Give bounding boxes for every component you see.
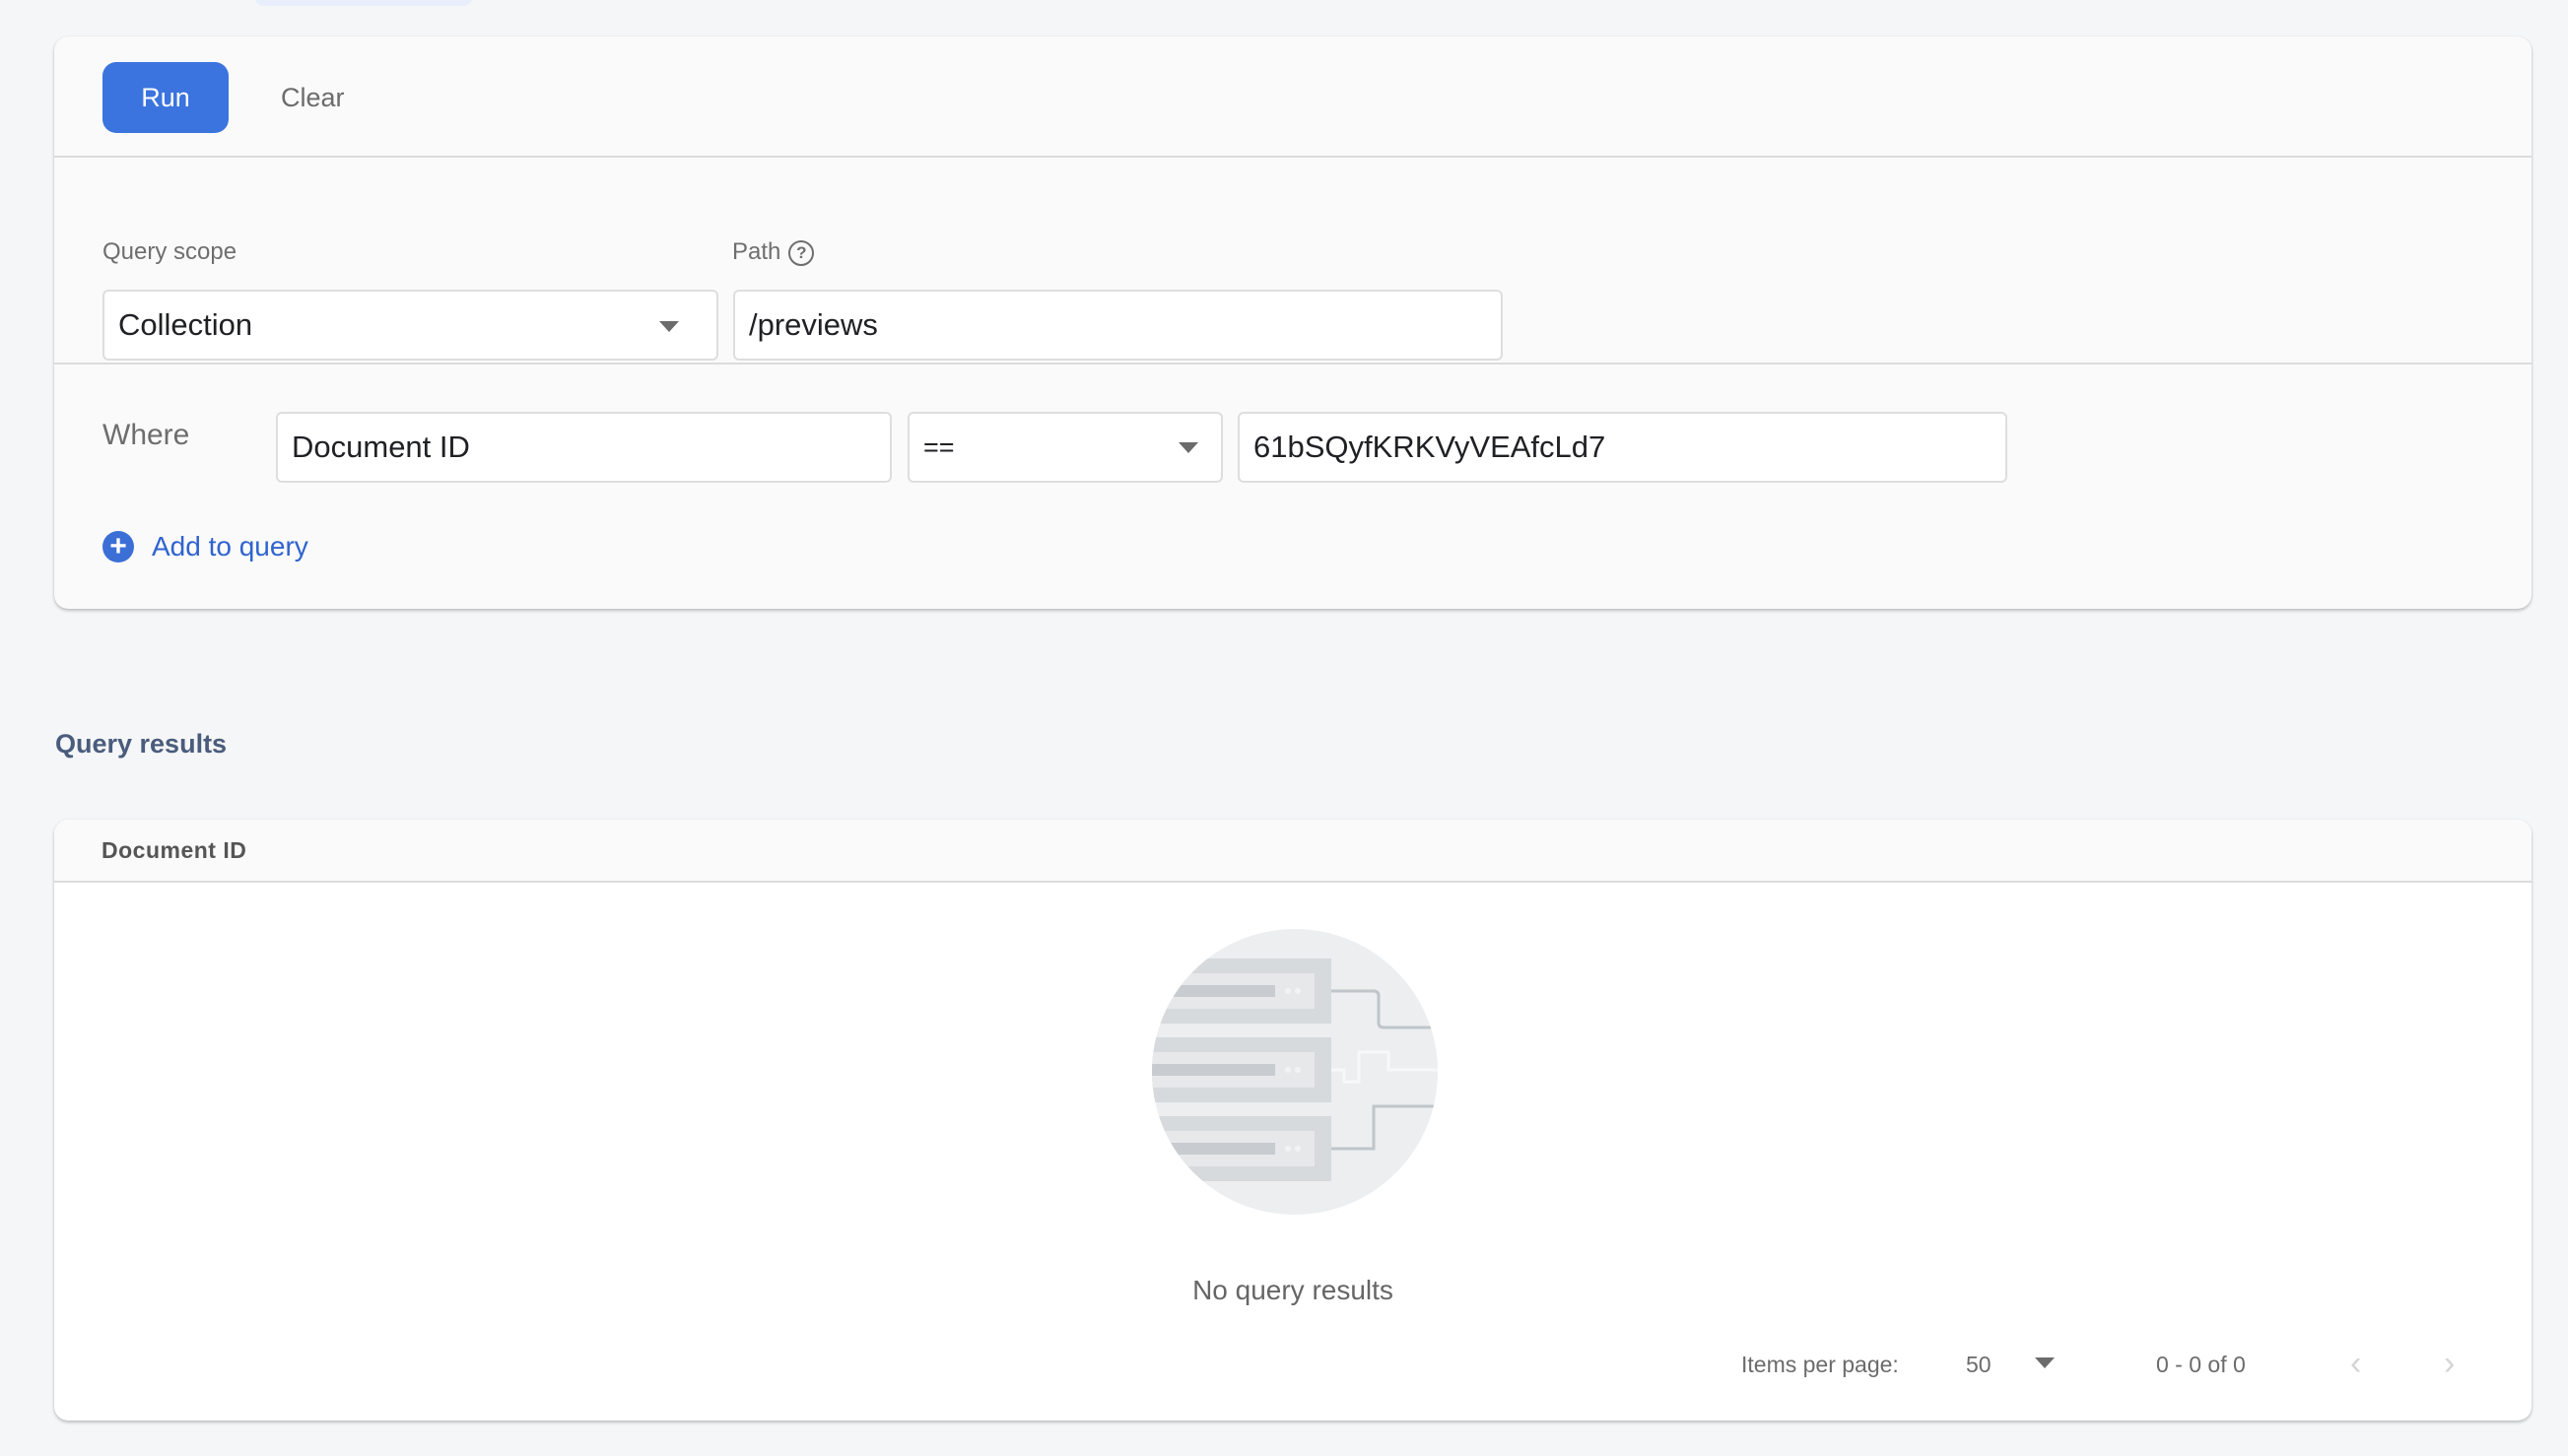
previous-page-button[interactable]: ‹ bbox=[2350, 1345, 2361, 1383]
query-results-title: Query results bbox=[55, 729, 228, 759]
where-value-input[interactable]: 61bSQyfKRKVyVEAfcLd7 bbox=[1238, 412, 2007, 483]
query-toolbar: Run Clear bbox=[54, 36, 2532, 158]
path-value: /previews bbox=[749, 307, 878, 342]
empty-servers-illustration bbox=[1152, 929, 1438, 1215]
path-label: Path? bbox=[732, 238, 815, 266]
clear-button[interactable]: Clear bbox=[261, 62, 365, 133]
run-button[interactable]: Run bbox=[102, 62, 229, 133]
results-table-card: Document ID No query results Items per p… bbox=[54, 820, 2532, 1421]
items-per-page-select[interactable]: 50 bbox=[1966, 1345, 2074, 1380]
path-input[interactable]: /previews bbox=[733, 290, 1503, 361]
query-scope-select[interactable]: Collection bbox=[102, 290, 718, 361]
add-circle-icon: + bbox=[102, 531, 134, 563]
items-per-page-label: Items per page: bbox=[1741, 1352, 1899, 1377]
query-builder-card: Run Clear Query scope Path? Collection /… bbox=[54, 36, 2532, 609]
chevron-down-icon bbox=[2035, 1357, 2055, 1368]
pagination-range: 0 - 0 of 0 bbox=[2156, 1352, 2246, 1377]
query-scope-label: Query scope bbox=[102, 238, 237, 265]
server-led bbox=[1285, 1067, 1291, 1073]
help-icon[interactable]: ? bbox=[788, 239, 815, 266]
server-led bbox=[1285, 988, 1291, 994]
chevron-down-icon bbox=[1179, 442, 1198, 453]
where-operator-value: == bbox=[923, 431, 955, 462]
where-field-input[interactable]: Document ID bbox=[276, 412, 892, 483]
empty-state-message: No query results bbox=[1192, 1275, 1393, 1305]
query-scope-value: Collection bbox=[118, 307, 253, 342]
table-header: Document ID bbox=[54, 820, 2532, 883]
where-label: Where bbox=[102, 419, 190, 451]
add-to-query-button[interactable]: + Add to query bbox=[102, 531, 308, 563]
where-operator-select[interactable]: == bbox=[908, 412, 1223, 483]
server-led bbox=[1295, 988, 1301, 994]
server-slot bbox=[1152, 985, 1275, 997]
chevron-down-icon bbox=[659, 321, 679, 332]
scope-section: Query scope Path? Collection /previews bbox=[54, 158, 2532, 364]
server-led bbox=[1295, 1067, 1301, 1073]
server-slot bbox=[1152, 1064, 1275, 1076]
path-label-text: Path bbox=[732, 238, 781, 265]
server-led bbox=[1295, 1146, 1301, 1152]
where-field-value: Document ID bbox=[292, 430, 470, 464]
top-tab-indicator bbox=[254, 0, 473, 6]
where-value-text: 61bSQyfKRKVyVEAfcLd7 bbox=[1253, 430, 1606, 464]
add-to-query-label: Add to query bbox=[152, 531, 308, 562]
next-page-button[interactable]: › bbox=[2444, 1345, 2455, 1383]
items-per-page-value: 50 bbox=[1966, 1352, 1992, 1377]
server-slot bbox=[1152, 1143, 1275, 1155]
server-led bbox=[1285, 1146, 1291, 1152]
column-header-document-id: Document ID bbox=[101, 837, 247, 863]
